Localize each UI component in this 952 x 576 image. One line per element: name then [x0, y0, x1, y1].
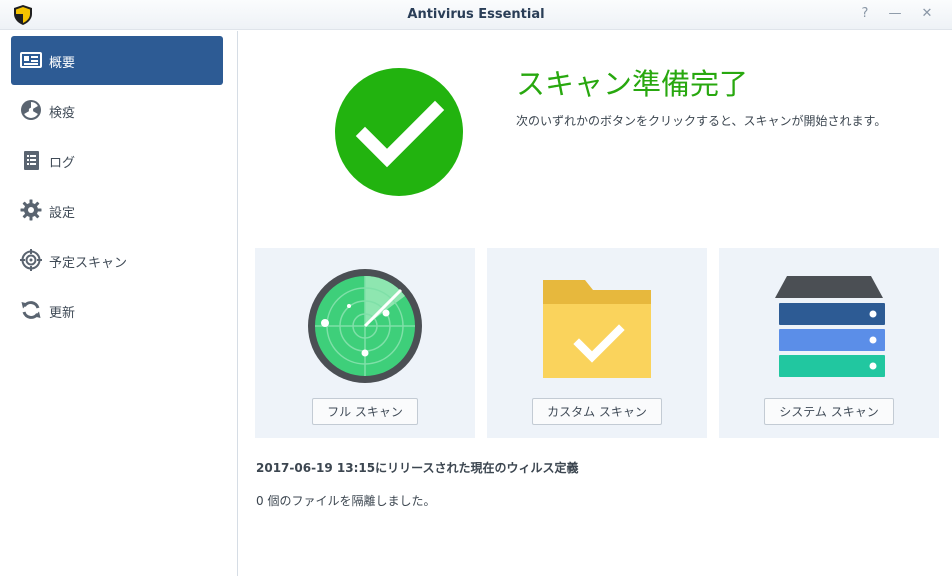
overview-card-icon: [20, 52, 42, 68]
custom-scan-card: カスタム スキャン: [487, 248, 707, 438]
virus-definitions-info: 2017-06-19 13:15にリリースされた現在のウィルス定義: [256, 461, 579, 475]
custom-scan-button[interactable]: カスタム スキャン: [532, 398, 662, 425]
sidebar-item-label: 設定: [49, 206, 76, 221]
full-scan-card: フル スキャン: [255, 248, 475, 438]
quarantine-count: 0 個のファイルを隔離しました。: [256, 494, 436, 508]
radiation-icon: [21, 100, 41, 120]
system-scan-card: システム スキャン: [719, 248, 939, 438]
minimize-button[interactable]: —: [887, 6, 903, 22]
target-icon: [20, 249, 42, 271]
app-window: Antivirus Essential ? — ✕ 概要 検疫 ログ 設定 予定…: [0, 0, 952, 576]
title-bar: Antivirus Essential ? — ✕: [0, 0, 952, 30]
sidebar-item-label: 予定スキャン: [49, 256, 128, 271]
sidebar-item-label: 更新: [49, 306, 76, 321]
sidebar: 概要 検疫 ログ 設定 予定スキャン 更新: [0, 31, 238, 576]
sidebar-item-log[interactable]: ログ: [11, 136, 223, 185]
main-panel: スキャン準備完了 次のいずれかのボタンをクリックすると、スキャンが開始されます。…: [239, 31, 952, 576]
status-title: スキャン準備完了: [516, 67, 749, 101]
help-button[interactable]: ?: [857, 6, 873, 22]
refresh-icon: [21, 301, 41, 319]
folder-check-icon: [543, 280, 651, 378]
status-description: 次のいずれかのボタンをクリックすると、スキャンが開始されます。: [516, 114, 887, 128]
radar-icon: [308, 269, 422, 383]
sidebar-item-scheduled-scan[interactable]: 予定スキャン: [11, 236, 223, 285]
system-scan-button[interactable]: システム スキャン: [764, 398, 894, 425]
sidebar-item-label: ログ: [49, 156, 76, 171]
sidebar-item-label: 概要: [49, 56, 76, 71]
checkmark-circle-icon: [335, 68, 463, 196]
sidebar-item-overview[interactable]: 概要: [11, 36, 223, 85]
server-stack-icon: [775, 276, 885, 377]
log-list-icon: [24, 151, 39, 170]
sidebar-item-label: 検疫: [49, 106, 76, 121]
close-button[interactable]: ✕: [919, 6, 935, 22]
window-title: Antivirus Essential: [407, 7, 545, 22]
sidebar-item-update[interactable]: 更新: [11, 286, 223, 335]
sidebar-item-settings[interactable]: 設定: [11, 186, 223, 235]
full-scan-button[interactable]: フル スキャン: [312, 398, 418, 425]
gear-icon: [20, 199, 42, 221]
sidebar-item-quarantine[interactable]: 検疫: [11, 86, 223, 135]
